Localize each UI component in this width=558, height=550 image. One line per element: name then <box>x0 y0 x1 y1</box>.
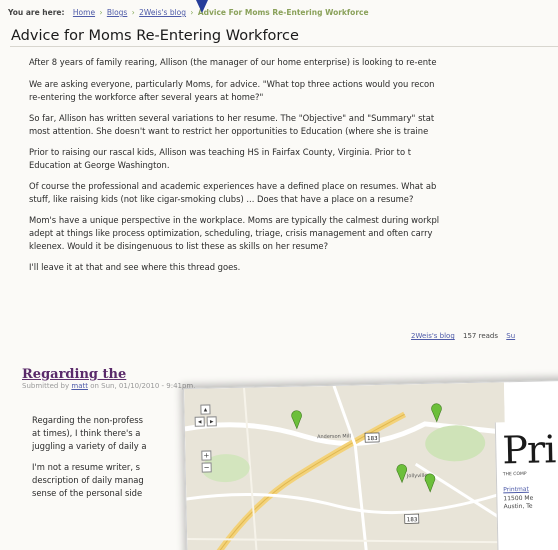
breadcrumb-separator: › <box>190 8 194 17</box>
comment-body: Regarding the non-profess at times), I th… <box>32 414 202 508</box>
post-paragraph: I'll leave it at that and see where this… <box>29 262 241 272</box>
pan-right-button[interactable]: ▸ <box>206 416 217 427</box>
page: You are here: Home › Blogs › 2Weis's blo… <box>0 0 558 550</box>
comment-author-link[interactable]: matt <box>71 382 88 390</box>
breadcrumb-separator: › <box>99 8 103 17</box>
post-paragraph: After 8 years of family rearing, Allison… <box>29 57 437 67</box>
post-paragraph: Prior to raising our rascal kids, Alliso… <box>29 147 412 170</box>
breadcrumb-blog-link[interactable]: 2Weis's blog <box>139 8 186 17</box>
zoom-out-button[interactable]: − <box>201 462 212 473</box>
business-tagline: THE COMP <box>502 471 527 478</box>
business-card: Pri THE COMP Printmat 11500 Me Austin, T… <box>494 420 558 550</box>
post-paragraph: Of course the professional and academic … <box>29 181 437 204</box>
breadcrumb-current: Advice For Moms Re-Entering Workforce <box>197 8 369 17</box>
submitted-prefix: Submitted by <box>22 382 70 390</box>
business-link[interactable]: Printmat <box>503 486 529 494</box>
comment-submitted: Submitted by matt on Sun, 01/10/2010 - 9… <box>22 382 195 390</box>
post-paragraph: Mom's have a unique perspective in the w… <box>29 215 440 251</box>
breadcrumb-home-link[interactable]: Home <box>73 8 95 17</box>
pan-up-button[interactable]: ▴ <box>200 404 211 415</box>
post-paragraph: So far, Allison has written several vari… <box>29 113 435 136</box>
map-widget[interactable]: Anderson Mill Jollyville 183 183 ▴ ◂ ▸ +… <box>183 379 558 550</box>
read-count: 157 reads <box>463 332 499 340</box>
road-shield: 183 <box>407 517 418 523</box>
breadcrumb: You are here: Home › Blogs › 2Weis's blo… <box>8 8 369 17</box>
post-links: 2Weis's blog 157 reads Su <box>411 332 521 340</box>
breadcrumb-prefix: You are here: <box>8 8 65 17</box>
blog-link[interactable]: 2Weis's blog <box>411 332 455 340</box>
submitted-date: on Sun, 01/10/2010 - 9:41pm. <box>90 382 196 390</box>
road-shield: 183 <box>367 436 378 442</box>
map-canvas[interactable]: Anderson Mill Jollyville 183 183 <box>184 382 508 550</box>
business-address: 11500 Me Austin, Te <box>503 494 534 511</box>
comment-title[interactable]: Regarding the <box>22 367 126 382</box>
breadcrumb-separator: › <box>131 8 135 17</box>
breadcrumb-blogs-link[interactable]: Blogs <box>107 8 128 17</box>
title-divider <box>10 46 558 47</box>
post-paragraph: We are asking everyone, particularly Mom… <box>29 79 435 102</box>
more-link[interactable]: Su <box>506 332 515 340</box>
comment-paragraph: I'm not a resume writer, s description of… <box>32 462 144 498</box>
zoom-in-button[interactable]: + <box>201 450 212 461</box>
page-title: Advice for Moms Re-Entering Workforce <box>11 28 299 44</box>
mouse-pointer-icon <box>196 0 208 13</box>
post-body: After 8 years of family rearing, Allison… <box>29 56 558 282</box>
business-logo: Pri <box>501 427 556 473</box>
comment-paragraph: Regarding the non-profess at times), I th… <box>32 415 147 451</box>
pan-left-button[interactable]: ◂ <box>194 416 205 427</box>
map-label: Anderson Mill <box>317 433 351 440</box>
map-label: Jollyville <box>406 473 428 479</box>
